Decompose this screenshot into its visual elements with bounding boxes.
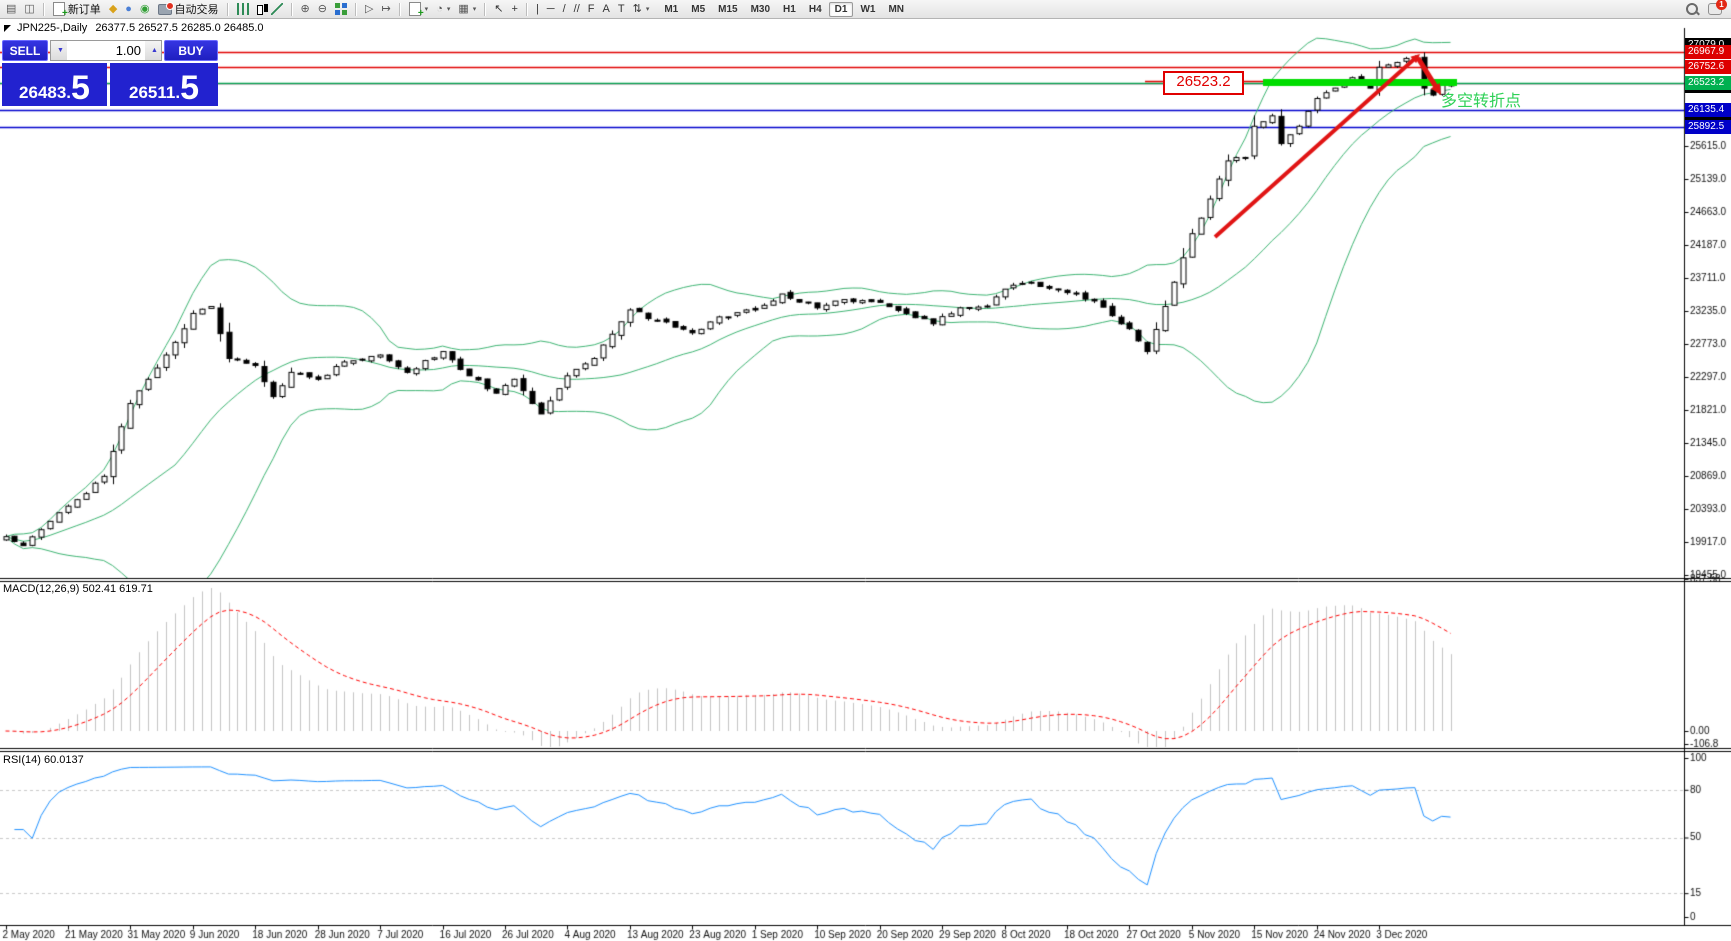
buy-price[interactable]: 26511. 5 bbox=[110, 63, 218, 106]
rsi-label: RSI(14) 60.0137 bbox=[3, 754, 84, 766]
sell-button[interactable]: SELL bbox=[2, 40, 48, 61]
symbol-period-label: JPN225-,Daily bbox=[17, 22, 88, 34]
buy-price-main: 26511. bbox=[129, 83, 181, 102]
volume-input[interactable] bbox=[67, 41, 145, 60]
buy-button[interactable]: BUY bbox=[164, 40, 218, 61]
volume-decrease-button[interactable]: ▼ bbox=[51, 41, 67, 60]
chart-title: JPN225-,Daily 26377.5 26527.5 26285.0 26… bbox=[4, 22, 264, 34]
sell-price-main: 26483. bbox=[19, 83, 72, 102]
price-annotation-tag[interactable]: 26523.2 bbox=[1163, 71, 1244, 95]
volume-increase-button[interactable]: ▲ bbox=[145, 41, 161, 60]
mt4-terminal: ▤◫新订单◆●◉自动交易⊕⊖▷↦▾◔▾▦▾↖+|─///FAT⇅▾M1M5M15… bbox=[0, 0, 1731, 941]
sell-price-fraction: 5 bbox=[71, 69, 90, 107]
volume-box: ▼ ▲ bbox=[50, 40, 162, 61]
macd-label: MACD(12,26,9) 502.41 619.71 bbox=[3, 583, 153, 595]
ohlc-values: 26377.5 26527.5 26285.0 26485.0 bbox=[95, 22, 264, 34]
sell-price[interactable]: 26483. 5 bbox=[2, 63, 107, 106]
turning-point-note[interactable]: 多空转折点 bbox=[1441, 87, 1521, 111]
buy-price-fraction: 5 bbox=[180, 69, 199, 107]
chart-canvas[interactable] bbox=[0, 0, 1731, 941]
chart-corner-icon bbox=[4, 24, 11, 32]
one-click-trade-panel: SELL ▼ ▲ BUY 26483. 5 26511. 5 bbox=[2, 40, 218, 106]
